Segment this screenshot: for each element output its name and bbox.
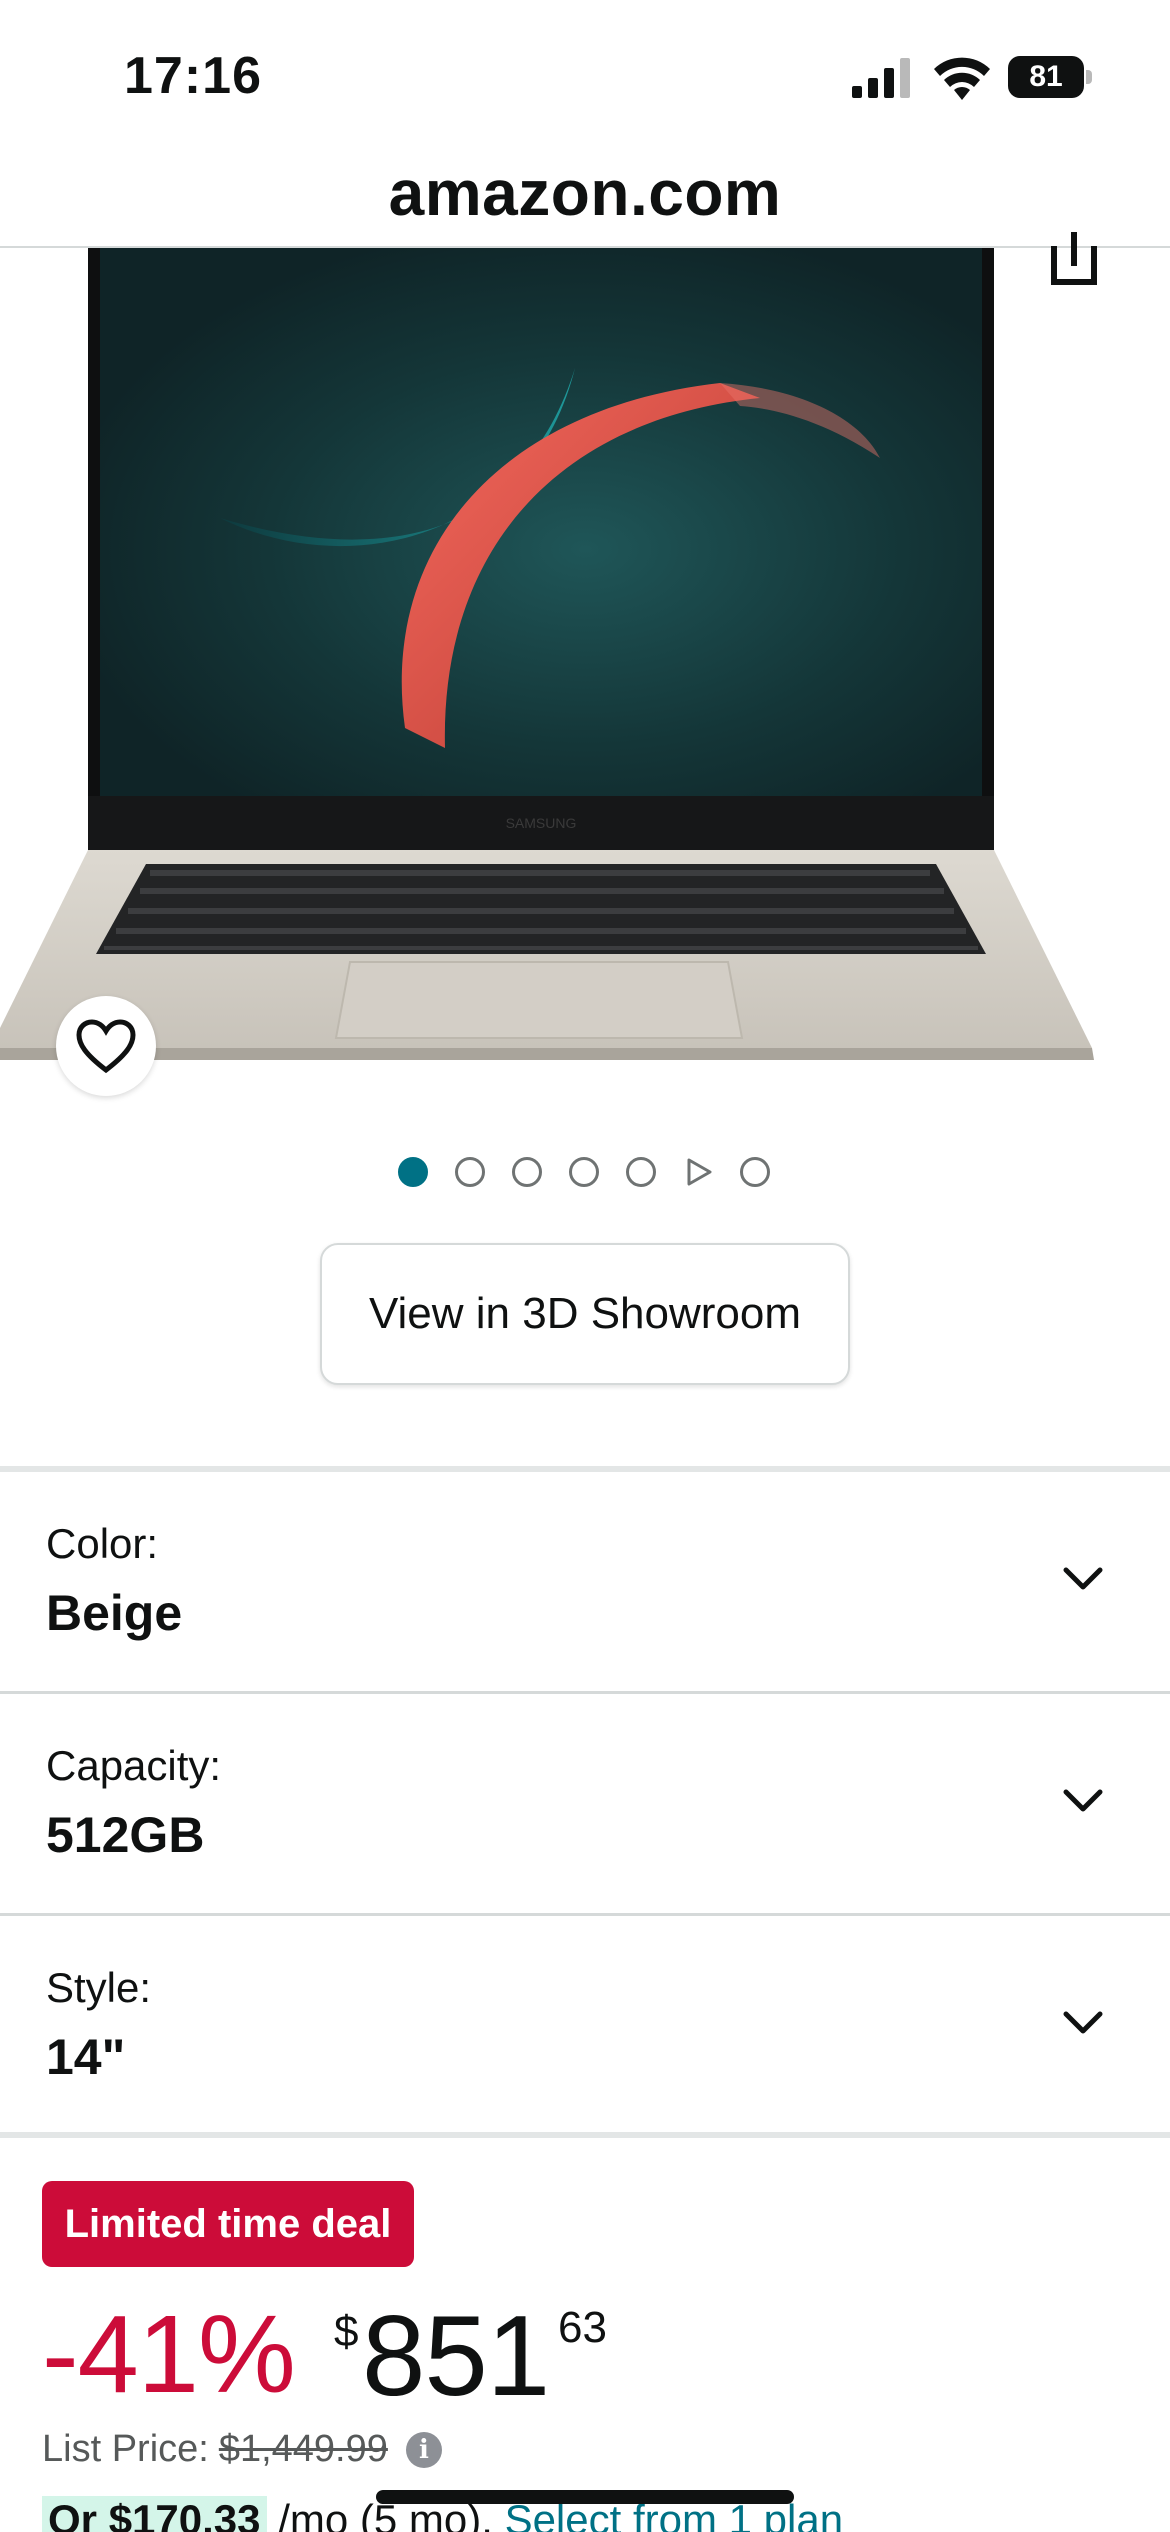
laptop-image: SAMSUNG [0, 248, 1094, 1060]
share-icon[interactable] [1046, 226, 1102, 288]
heart-icon [76, 1019, 136, 1074]
url-domain: amazon.com [388, 157, 782, 229]
list-price-label: List Price: [42, 2428, 209, 2470]
wishlist-button[interactable] [56, 996, 156, 1096]
carousel-dot-active[interactable] [398, 1157, 428, 1187]
limited-time-deal-badge: Limited time deal [42, 2181, 414, 2267]
home-indicator[interactable] [376, 2490, 794, 2504]
wifi-icon [934, 57, 990, 100]
carousel-dot[interactable] [455, 1157, 485, 1187]
chevron-down-icon [1063, 2011, 1103, 2034]
price-fraction: 63 [558, 2303, 607, 2352]
info-icon[interactable]: i [405, 2431, 442, 2468]
carousel-dot[interactable] [626, 1157, 656, 1187]
list-price: List Price: $1,449.99 i [42, 2428, 442, 2471]
currency-symbol: $ [334, 2307, 359, 2356]
selector-value: 512GB [46, 1807, 205, 1863]
style-selector[interactable]: Style: 14" [0, 1916, 1170, 2138]
product-image[interactable]: SAMSUNG [0, 248, 1170, 1078]
carousel-video-play-icon[interactable] [683, 1157, 713, 1187]
cellular-signal-icon [852, 58, 910, 98]
carousel-dot[interactable] [512, 1157, 542, 1187]
selector-value: 14" [46, 2029, 126, 2085]
view-3d-showroom-button[interactable]: View in 3D Showroom [320, 1243, 850, 1385]
installment-amount: $170.33 [108, 2496, 261, 2532]
browser-address-bar[interactable]: amazon.com [0, 140, 1170, 248]
chevron-down-icon [1063, 1567, 1103, 1590]
selector-value: Beige [46, 1585, 183, 1641]
status-bar: 17:16 81 [0, 0, 1170, 150]
installment-prefix: Or [48, 2496, 98, 2532]
carousel-dot[interactable] [569, 1157, 599, 1187]
color-selector[interactable]: Color: Beige [0, 1472, 1170, 1694]
discount-percent: -41% [42, 2293, 296, 2416]
list-price-value: $1,449.99 [218, 2428, 388, 2470]
price-whole: 851 [362, 2293, 550, 2420]
selector-label: Capacity: [46, 1742, 222, 1789]
battery-icon: 81 [1008, 56, 1092, 98]
image-carousel-indicator [398, 1156, 770, 1188]
status-time: 17:16 [124, 47, 262, 105]
variation-selectors: Color: Beige Capacity: 512GB Style: 14" [0, 1466, 1170, 2138]
svg-text:SAMSUNG: SAMSUNG [506, 815, 577, 831]
price-block: -41% $ 851 63 [42, 2285, 1042, 2420]
battery-level: 81 [1008, 56, 1084, 98]
selector-label: Style: [46, 1964, 152, 2011]
selector-label: Color: [46, 1520, 159, 1567]
carousel-dot[interactable] [740, 1157, 770, 1187]
chevron-down-icon [1063, 1789, 1103, 1812]
installment-amount-highlight: Or $170.33 [42, 2496, 267, 2532]
capacity-selector[interactable]: Capacity: 512GB [0, 1694, 1170, 1916]
